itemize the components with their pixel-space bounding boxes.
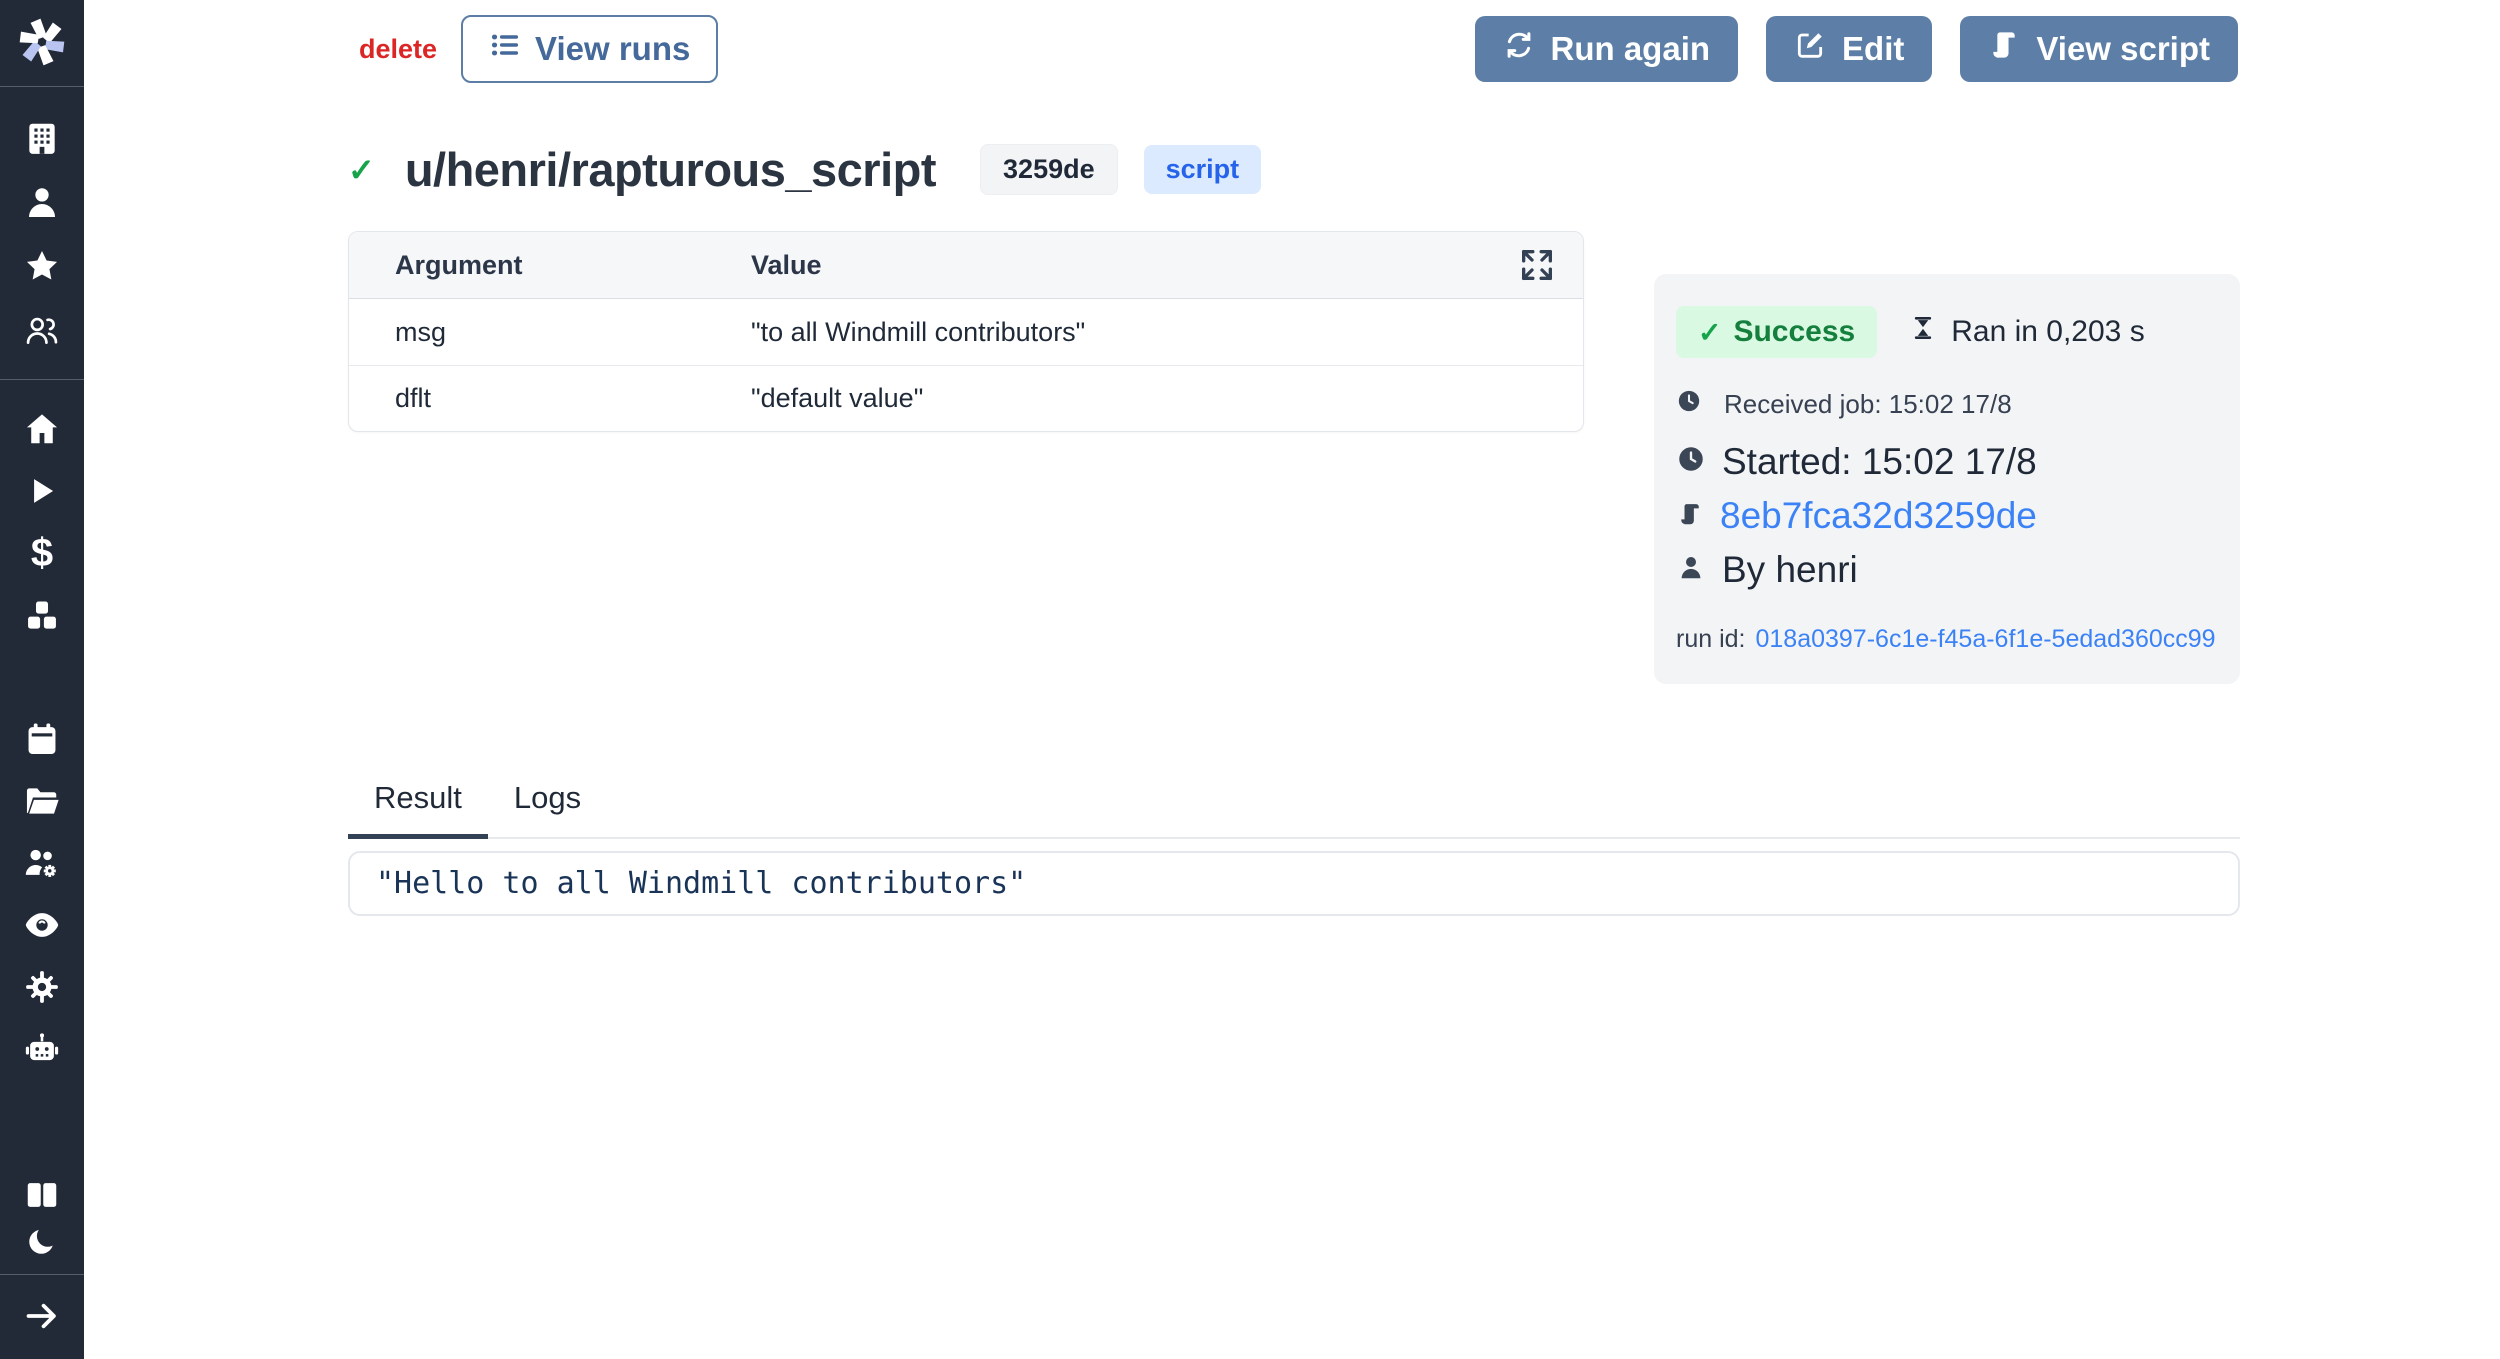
- started-label: Started: 15:02 17/8: [1722, 441, 2037, 483]
- status-header-line: ✓ Success Ran in 0,203 s: [1676, 306, 2216, 358]
- view-runs-label: View runs: [535, 30, 690, 68]
- sidebar-divider: [0, 379, 84, 380]
- settings-gear-icon[interactable]: [23, 968, 61, 1006]
- job-hash-line: 8eb7fca32d3259de: [1676, 495, 2216, 537]
- received-job-line: Received job: 15:02 17/8: [1676, 388, 2216, 421]
- title-row: ✓ u/henri/rapturous_script 3259de script: [84, 142, 2500, 197]
- result-output: "Hello to all Windmill contributors": [348, 851, 2240, 916]
- clock-icon: [1676, 388, 1702, 421]
- dark-mode-moon-icon[interactable]: [25, 1224, 59, 1258]
- sidebar-divider: [0, 86, 84, 87]
- success-check-icon: ✓: [348, 151, 375, 189]
- arguments-table: Argument Value msg "to all Windmill cont…: [348, 231, 1584, 432]
- argument-value: "to all Windmill contributors": [751, 317, 1557, 348]
- value-column-header: Value: [751, 250, 1517, 281]
- action-bar: delete View runs Run again Edit: [84, 14, 2500, 84]
- tab-logs[interactable]: Logs: [488, 780, 607, 839]
- status-badge: ✓ Success: [1676, 306, 1877, 358]
- page-title: u/henri/rapturous_script: [405, 142, 936, 197]
- run-again-button[interactable]: Run again: [1475, 16, 1739, 82]
- folders-icon[interactable]: [23, 782, 61, 820]
- argument-column-header: Argument: [395, 250, 751, 281]
- windmill-logo-icon[interactable]: [16, 16, 68, 68]
- ai-robot-icon[interactable]: [23, 1030, 61, 1068]
- arguments-table-header: Argument Value: [349, 232, 1583, 299]
- scroll-icon: [1988, 29, 2020, 69]
- view-runs-button[interactable]: View runs: [461, 15, 718, 83]
- user-icon: [1676, 549, 1706, 591]
- workspace-building-icon[interactable]: [23, 119, 61, 157]
- expand-sidebar-arrow-icon[interactable]: [23, 1297, 61, 1335]
- tab-result[interactable]: Result: [348, 780, 488, 839]
- run-id-label: run id:: [1676, 625, 1745, 653]
- main-content: delete View runs Run again Edit: [84, 0, 2500, 1359]
- run-author-label: By henri: [1722, 549, 1858, 591]
- view-script-button[interactable]: View script: [1960, 16, 2238, 82]
- clock-icon: [1676, 441, 1706, 483]
- duration-line: Ran in 0,203 s: [1909, 314, 2144, 350]
- hourglass-icon: [1909, 314, 1937, 350]
- result-logs-tabs: Result Logs: [348, 780, 2240, 839]
- home-icon[interactable]: [23, 410, 61, 448]
- run-again-label: Run again: [1551, 30, 1711, 68]
- runs-play-icon[interactable]: [23, 472, 61, 510]
- table-row: msg "to all Windmill contributors": [349, 299, 1583, 365]
- workers-users-gear-icon[interactable]: [23, 844, 61, 882]
- user-icon[interactable]: [23, 183, 61, 221]
- run-author-line: By henri: [1676, 549, 2216, 591]
- content-columns: Argument Value msg "to all Windmill cont…: [84, 231, 2500, 684]
- run-status-panel: ✓ Success Ran in 0,203 s Received job:: [1654, 274, 2240, 684]
- refresh-icon: [1503, 29, 1535, 69]
- expand-icon[interactable]: [1517, 245, 1557, 285]
- script-type-badge: script: [1144, 145, 1262, 194]
- table-row: dflt "default value": [349, 365, 1583, 431]
- status-badge-label: Success: [1733, 315, 1855, 349]
- job-hash-link[interactable]: 8eb7fca32d3259de: [1720, 495, 2037, 537]
- argument-name: dflt: [395, 383, 751, 414]
- star-icon[interactable]: [23, 247, 61, 285]
- variables-dollar-icon[interactable]: $: [23, 534, 61, 572]
- sidebar-divider: [0, 1274, 84, 1275]
- edit-button[interactable]: Edit: [1766, 16, 1932, 82]
- edit-label: Edit: [1842, 30, 1904, 68]
- audit-eye-icon[interactable]: [23, 906, 61, 944]
- list-icon: [489, 29, 521, 69]
- received-job-label: Received job: 15:02 17/8: [1724, 389, 2012, 420]
- started-line: Started: 15:02 17/8: [1676, 441, 2216, 483]
- argument-name: msg: [395, 317, 751, 348]
- user-group-icon[interactable]: [23, 311, 61, 349]
- schedules-calendar-icon[interactable]: [23, 720, 61, 758]
- resources-cubes-icon[interactable]: [23, 596, 61, 634]
- check-icon: ✓: [1698, 316, 1721, 349]
- docs-book-icon[interactable]: [23, 1176, 61, 1214]
- scroll-icon: [1676, 495, 1704, 537]
- hash-badge: 3259de: [980, 144, 1118, 195]
- run-id-link[interactable]: 018a0397-6c1e-f45a-6f1e-5edad360cc99: [1755, 625, 2215, 653]
- view-script-label: View script: [2036, 30, 2210, 68]
- duration-label: Ran in 0,203 s: [1951, 315, 2144, 349]
- run-id-line: run id: 018a0397-6c1e-f45a-6f1e-5edad360c…: [1676, 625, 2216, 654]
- app-window: $: [0, 0, 2500, 1359]
- edit-pencil-icon: [1794, 29, 1826, 69]
- sidebar: $: [0, 0, 84, 1359]
- delete-button[interactable]: delete: [359, 34, 437, 65]
- argument-value: "default value": [751, 383, 1557, 414]
